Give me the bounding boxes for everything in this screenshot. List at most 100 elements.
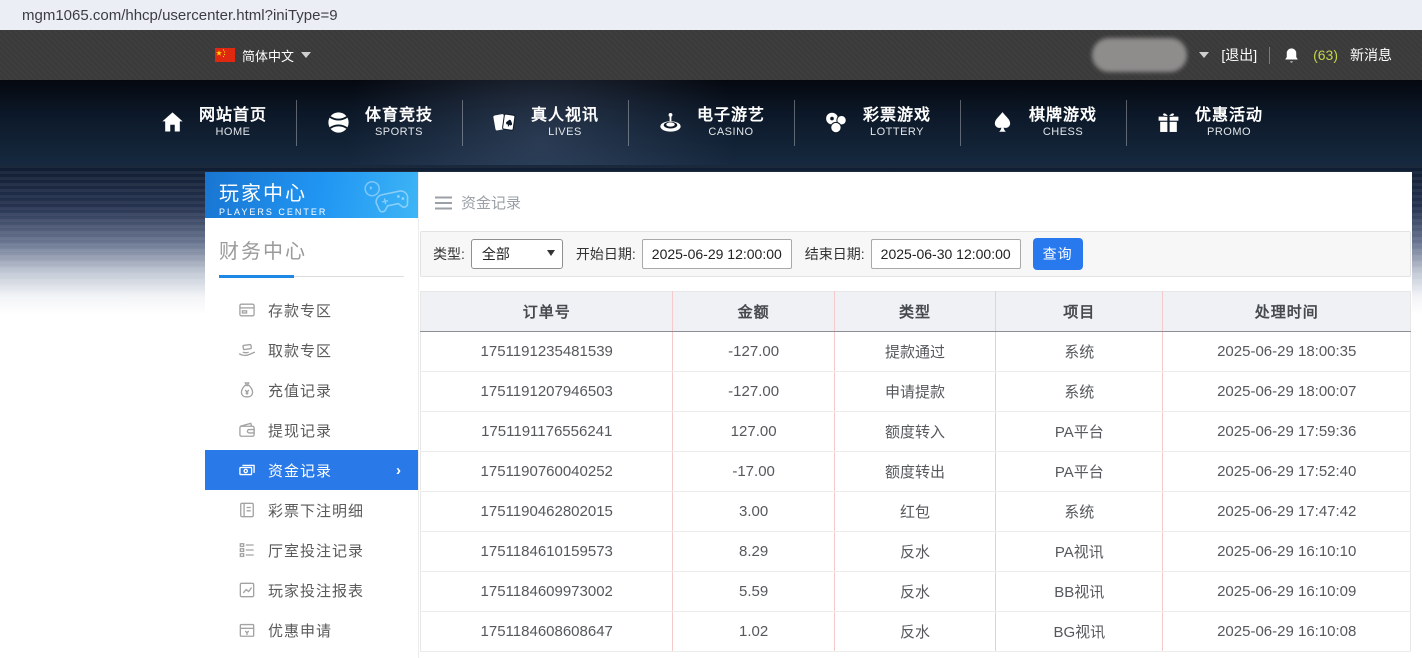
nav-item-chess[interactable]: 棋牌游戏CHESS [960,106,1126,140]
nav-label-en: HOME [215,126,250,140]
language-selector[interactable]: 简体中文 [215,46,311,65]
sidebar-item-label: 取款专区 [268,340,332,361]
sidebar-item-recharge-record[interactable]: 充值记录 [205,370,418,410]
journal-icon [237,500,257,520]
table-cell: 红包 [834,492,995,532]
nav-label-en: CASINO [708,126,753,140]
table-cell: 2025-06-29 16:10:09 [1163,572,1411,612]
china-flag-icon [215,48,235,62]
spade-icon [989,109,1016,136]
type-select[interactable]: 全部 [471,239,563,269]
table-header-row: 订单号金额类型项目处理时间 [421,292,1411,332]
table-cell: 1751191176556241 [421,412,673,452]
table-cell: 2025-06-29 18:00:07 [1163,372,1411,412]
table-cell: 额度转出 [834,452,995,492]
nav-item-home[interactable]: 网站首页HOME [130,106,296,140]
language-label: 简体中文 [242,46,294,65]
nav-label-zh: 电子游艺 [697,106,765,126]
sidebar-item-withdraw-record[interactable]: 提现记录 [205,410,418,450]
gamepad-icon [356,172,415,218]
column-header: 订单号 [421,292,673,332]
nav-label-en: CHESS [1043,126,1083,140]
home-icon [159,109,186,136]
page-area: 玩家中心 PLAYERS CENTER 财务中心 存款专区取款专区充值记录提现记… [0,165,1422,658]
start-date-input[interactable] [642,239,792,269]
table-cell: 2025-06-29 17:47:42 [1163,492,1411,532]
sidebar-item-label: 玩家投注报表 [268,580,364,601]
sidebar-item-label: 充值记录 [268,380,332,401]
table-cell: 额度转入 [834,412,995,452]
sidebar-item-promo-apply-record[interactable]: 优惠申请记录 [205,650,418,658]
nav-item-sports[interactable]: 体育竞技SPORTS [296,106,462,140]
hand-money-icon [237,340,257,360]
breadcrumb: 资金记录 [420,172,1411,231]
top-bar: 简体中文 [退出] (63) 新消息 [0,30,1422,80]
gift-icon [1155,109,1182,136]
sidebar-section-title: 财务中心 [205,218,418,275]
sidebar-item-deposit-zone[interactable]: 存款专区 [205,290,418,330]
table-row: 1751190760040252-17.00额度转出PA平台2025-06-29… [421,452,1411,492]
message-count[interactable]: (63) [1313,47,1338,63]
sidebar-item-withdraw-zone[interactable]: 取款专区 [205,330,418,370]
table-cell: 5.59 [673,572,834,612]
end-date-input[interactable] [871,239,1021,269]
nav-label-en: PROMO [1207,126,1251,140]
chevron-right-icon: › [396,462,402,479]
sidebar-item-hall-bet-record[interactable]: 厅室投注记录 [205,530,418,570]
funds-table: 订单号金额类型项目处理时间 1751191235481539-127.00提款通… [420,291,1411,652]
main-nav: 网站首页HOME体育竞技SPORTS真人视讯LIVES电子游艺CASINO彩票游… [0,80,1422,165]
table-cell: 1751190760040252 [421,452,673,492]
table-cell: 2025-06-29 16:10:08 [1163,612,1411,652]
logout-link[interactable]: [退出] [1221,45,1257,65]
table-cell: 2025-06-29 17:59:36 [1163,412,1411,452]
page-title: 资金记录 [461,192,521,213]
wallet-icon [237,420,257,440]
table-cell: 127.00 [673,412,834,452]
table-cell: 1751190462802015 [421,492,673,532]
table-cell: 2025-06-29 17:52:40 [1163,452,1411,492]
chevron-down-icon[interactable] [1199,52,1209,58]
table-row: 1751191207946503-127.00申请提款系统2025-06-29 … [421,372,1411,412]
end-date-label: 结束日期: [805,244,865,264]
sidebar-item-funds-record[interactable]: 资金记录› [205,450,418,490]
table-cell: -17.00 [673,452,834,492]
table-cell: PA视讯 [996,532,1163,572]
table-cell: BB视讯 [996,572,1163,612]
page-url: mgm1065.com/hhcp/usercenter.html?iniType… [22,7,338,24]
nav-item-promo[interactable]: 优惠活动PROMO [1126,106,1292,140]
sidebar-item-player-bet-report[interactable]: 玩家投注报表 [205,570,418,610]
nav-item-lives[interactable]: 真人视讯LIVES [462,106,628,140]
bell-icon[interactable] [1282,45,1301,66]
column-header: 处理时间 [1163,292,1411,332]
table-row: 17511904628020153.00红包系统2025-06-29 17:47… [421,492,1411,532]
nav-item-casino[interactable]: 电子游艺CASINO [628,106,794,140]
banknote-icon [237,460,257,480]
card-terminal-icon [237,300,257,320]
sidebar-item-lottery-bet-detail[interactable]: 彩票下注明细 [205,490,418,530]
chart-icon [237,580,257,600]
sidebar-item-label: 优惠申请 [268,620,332,641]
chevron-down-icon [301,52,311,58]
table-cell: 2025-06-29 18:00:35 [1163,332,1411,372]
table-cell: PA平台 [996,412,1163,452]
nav-label-zh: 优惠活动 [1195,106,1263,126]
nav-label-zh: 真人视讯 [531,106,599,126]
table-cell: -127.00 [673,372,834,412]
message-label[interactable]: 新消息 [1350,45,1392,65]
nav-label-zh: 棋牌游戏 [1029,106,1097,126]
table-cell: 系统 [996,332,1163,372]
table-cell: 反水 [834,612,995,652]
nav-item-lottery[interactable]: 彩票游戏LOTTERY [794,106,960,140]
table-cell: PA平台 [996,452,1163,492]
lottery-balls-icon [823,109,850,136]
sidebar-item-promo-apply[interactable]: 优惠申请 [205,610,418,650]
search-button[interactable]: 查询 [1033,238,1083,270]
sports-ball-icon [325,109,352,136]
browser-url-bar[interactable]: mgm1065.com/hhcp/usercenter.html?iniType… [0,0,1422,30]
table-cell: 1751191235481539 [421,332,673,372]
table-cell: 1751191207946503 [421,372,673,412]
sidebar-item-label: 提现记录 [268,420,332,441]
section-underline [219,275,404,278]
nav-label-en: LOTTERY [870,126,924,140]
table-row: 1751191176556241127.00额度转入PA平台2025-06-29… [421,412,1411,452]
